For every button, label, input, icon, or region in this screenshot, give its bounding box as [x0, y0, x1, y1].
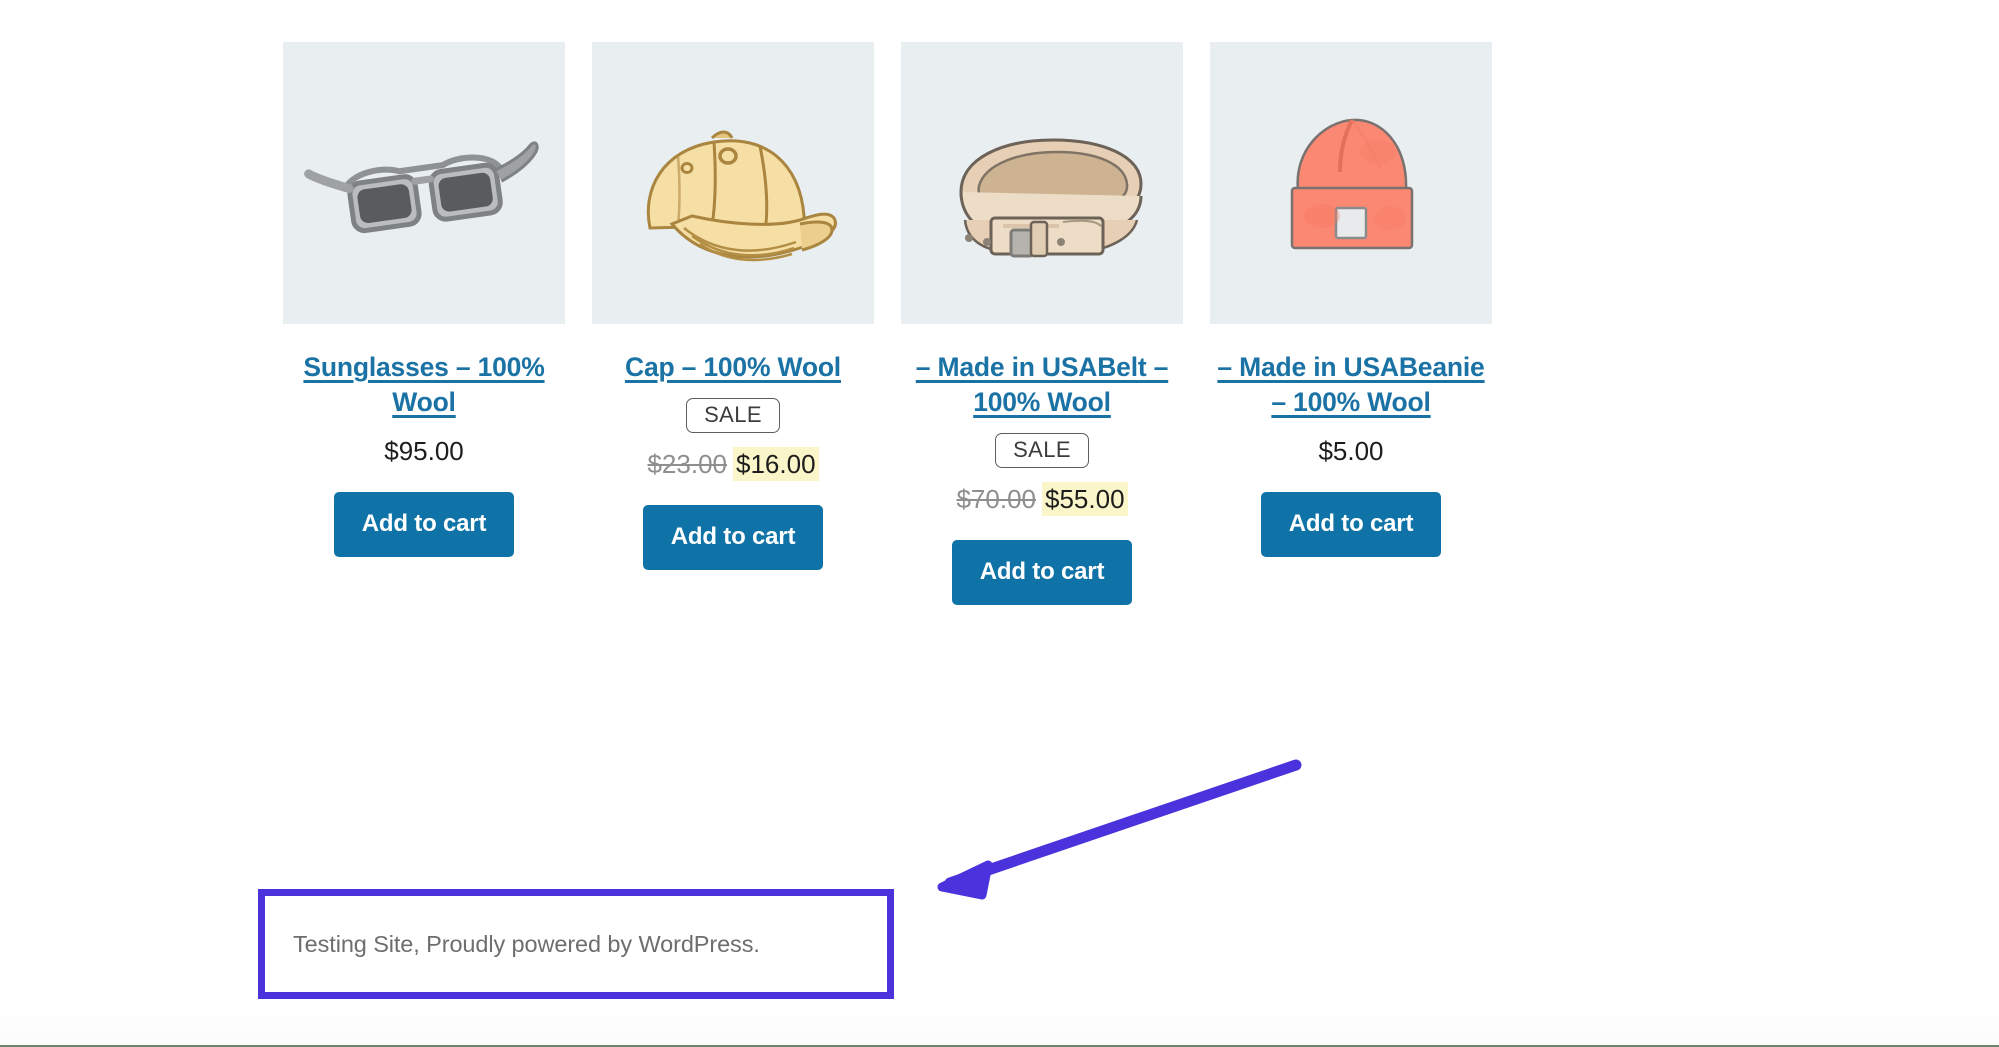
- product-card[interactable]: – Made in USABeanie – 100% Wool $5.00 Ad…: [1210, 42, 1492, 557]
- product-price: $23.00 $16.00: [647, 447, 819, 482]
- product-card[interactable]: – Made in USABelt – 100% Wool SALE $70.0…: [901, 42, 1183, 605]
- beanie-illustration[interactable]: [1210, 42, 1492, 324]
- product-price: $5.00: [1318, 435, 1383, 468]
- cap-illustration[interactable]: [592, 42, 874, 324]
- footer-credit-highlight: Testing Site, Proudly powered by WordPre…: [258, 889, 894, 999]
- product-grid: Sunglasses – 100% Wool $95.00 Add to car…: [283, 42, 1511, 605]
- sunglasses-illustration[interactable]: [283, 42, 565, 324]
- sale-badge: SALE: [686, 398, 780, 434]
- product-title-link[interactable]: Cap – 100% Wool: [625, 350, 841, 385]
- page-bottom-gradient: [0, 999, 1999, 1045]
- product-price: $95.00: [384, 435, 464, 468]
- product-title-link[interactable]: Sunglasses – 100% Wool: [283, 350, 565, 420]
- annotation-arrow-icon: [908, 755, 1308, 915]
- product-card[interactable]: Cap – 100% Wool SALE $23.00 $16.00 Add to…: [592, 42, 874, 570]
- product-title-link[interactable]: – Made in USABeanie – 100% Wool: [1210, 350, 1492, 420]
- add-to-cart-button[interactable]: Add to cart: [333, 491, 515, 557]
- price-current: $5.00: [1318, 436, 1384, 467]
- add-to-cart-button[interactable]: Add to cart: [951, 539, 1133, 605]
- sale-badge: SALE: [995, 433, 1089, 469]
- price-regular: $23.00: [647, 449, 727, 480]
- product-price: $70.00 $55.00: [956, 482, 1128, 517]
- footer-credit-text: Testing Site, Proudly powered by WordPre…: [293, 930, 760, 957]
- add-to-cart-button[interactable]: Add to cart: [642, 504, 824, 570]
- price-current: $95.00: [384, 436, 464, 467]
- price-regular: $70.00: [956, 484, 1036, 515]
- belt-illustration[interactable]: [901, 42, 1183, 324]
- price-sale: $55.00: [1042, 482, 1128, 517]
- add-to-cart-button[interactable]: Add to cart: [1260, 491, 1442, 557]
- price-sale: $16.00: [733, 447, 819, 482]
- product-card[interactable]: Sunglasses – 100% Wool $95.00 Add to car…: [283, 42, 565, 557]
- product-title-link[interactable]: – Made in USABelt – 100% Wool: [901, 350, 1183, 420]
- shop-page: Sunglasses – 100% Wool $95.00 Add to car…: [0, 0, 1999, 1047]
